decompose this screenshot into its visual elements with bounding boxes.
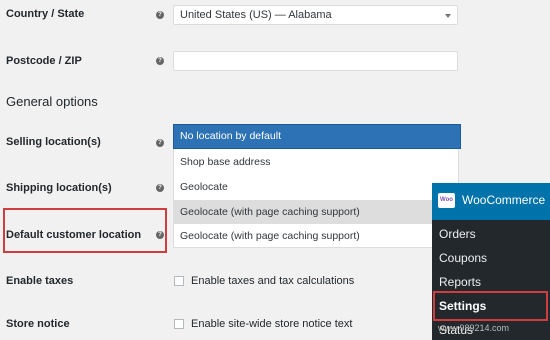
menu-item-coupons[interactable]: Coupons (439, 251, 487, 265)
menu-item-orders[interactable]: Orders (439, 227, 476, 241)
dropdown-option[interactable]: Geolocate (with page caching support) (174, 200, 458, 224)
dropdown-option[interactable]: Shop base address (174, 150, 458, 174)
help-icon[interactable]: ? (156, 11, 164, 19)
dropdown-option[interactable]: Geolocate (with page caching support) (174, 225, 458, 248)
woocommerce-logo-icon: Woo (438, 193, 455, 208)
dropdown-option[interactable]: No location by default (173, 124, 461, 149)
chevron-down-icon (445, 14, 451, 18)
shipping-location-label: Shipping location(s) (6, 182, 112, 194)
postcode-label: Postcode / ZIP (6, 55, 82, 67)
dropdown-option[interactable]: Geolocate (174, 175, 458, 199)
menu-item-reports[interactable]: Reports (439, 275, 481, 289)
highlight-box-settings (433, 291, 548, 321)
store-notice-label: Store notice (6, 318, 70, 330)
store-notice-checkbox[interactable] (174, 319, 184, 329)
woocommerce-menu-title[interactable]: WooCommerce (462, 193, 545, 207)
help-icon[interactable]: ? (156, 184, 164, 192)
watermark: www.989214.com (438, 323, 510, 333)
enable-taxes-checkbox-label[interactable]: Enable taxes and tax calculations (191, 275, 354, 287)
store-notice-checkbox-label[interactable]: Enable site-wide store notice text (191, 318, 352, 330)
enable-taxes-checkbox[interactable] (174, 276, 184, 286)
help-icon[interactable]: ? (156, 139, 164, 147)
enable-taxes-label: Enable taxes (6, 275, 74, 287)
default-customer-location-dropdown[interactable]: No location by default Shop base address… (173, 124, 461, 248)
section-title: General options (6, 94, 98, 109)
selling-location-label: Selling location(s) (6, 136, 101, 148)
postcode-input[interactable] (173, 51, 458, 71)
country-state-value: United States (US) — Alabama (180, 9, 332, 21)
help-icon[interactable]: ? (156, 57, 164, 65)
highlight-box-default-location (3, 208, 167, 253)
country-state-select[interactable]: United States (US) — Alabama (173, 5, 458, 25)
woocommerce-menu-header[interactable]: Woo WooCommerce (432, 183, 550, 220)
country-state-label: Country / State (6, 8, 85, 20)
